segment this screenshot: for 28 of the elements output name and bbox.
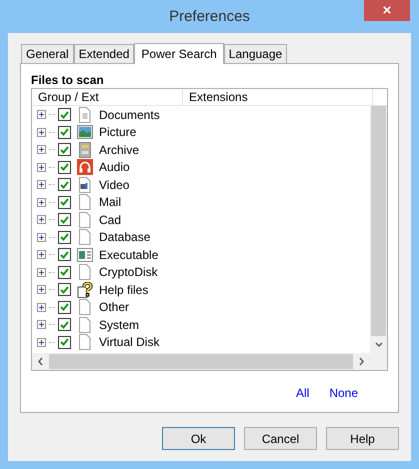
list-item-label[interactable]: CryptoDisk <box>99 263 158 282</box>
list-item-label[interactable]: Cad <box>99 210 122 229</box>
column-header[interactable]: Group / Ext <box>32 89 183 105</box>
tab[interactable]: Extended <box>74 44 134 63</box>
list-item-label[interactable]: System <box>99 316 140 334</box>
dialog-button[interactable]: Ok <box>162 427 235 450</box>
list-item-label[interactable]: Executable <box>99 246 158 264</box>
section-title: Files to scan <box>31 72 105 88</box>
link[interactable]: None <box>329 384 358 402</box>
tab[interactable]: Power Search <box>134 43 224 64</box>
close-button[interactable]: × <box>364 0 410 21</box>
list-item-label[interactable]: Database <box>99 228 150 246</box>
dialog-button[interactable]: Help <box>326 427 399 450</box>
list-item-label[interactable]: Other <box>99 298 130 316</box>
tab[interactable]: Language <box>224 44 288 63</box>
window-title: Preferences <box>169 7 250 27</box>
list-item-label[interactable]: Picture <box>99 123 136 142</box>
dialog-button[interactable]: Cancel <box>244 427 317 450</box>
list-item-label[interactable]: Documents <box>99 106 160 124</box>
tab[interactable]: General <box>21 44 74 63</box>
link[interactable]: All <box>296 384 310 402</box>
list-item-label[interactable]: Archive <box>99 140 140 159</box>
list-item-label[interactable]: Audio <box>99 158 130 176</box>
list-item-label[interactable]: Mail <box>99 193 122 212</box>
list-item-label[interactable]: Video <box>99 176 130 194</box>
column-header[interactable]: Extensions <box>183 89 373 105</box>
list-item-label[interactable]: Virtual Disk <box>99 333 160 352</box>
list-item-label[interactable]: Help files <box>99 280 148 299</box>
